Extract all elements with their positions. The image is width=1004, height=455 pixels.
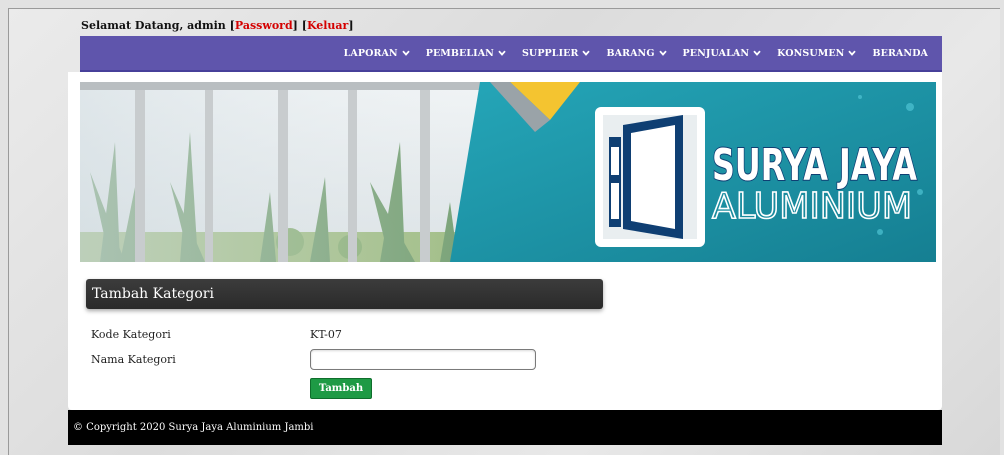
chevron-down-icon: [658, 50, 667, 56]
chevron-down-icon: [582, 50, 591, 56]
chevron-down-icon: [498, 50, 506, 56]
brand-line2: ALUMINIUM: [712, 186, 912, 227]
brand-line1: SURYA JAYA: [712, 140, 917, 191]
footer: © Copyright 2020 Surya Jaya Aluminium Ja…: [68, 410, 942, 445]
header-banner: SURYA JAYA ALUMINIUM: [80, 82, 936, 262]
nav-item-pembelian[interactable]: PEMBELIAN: [426, 48, 506, 59]
nav-item-label: SUPPLIER: [521, 47, 579, 59]
bracket: ]: [292, 19, 298, 32]
nav-item-label: PENJUALAN: [682, 47, 750, 59]
nav-item-beranda[interactable]: BERANDA: [872, 48, 928, 59]
nav-item-penjualan[interactable]: PENJUALAN: [683, 48, 762, 59]
logout-link[interactable]: Keluar: [307, 19, 348, 32]
nav-item-label: BERANDA: [872, 47, 928, 59]
nav-item-label: KONSUMEN: [777, 47, 845, 59]
add-button[interactable]: Tambah: [310, 378, 372, 399]
copyright-text: © Copyright 2020 Surya Jaya Aluminium Ja…: [73, 422, 314, 433]
code-label: Kode Kategori: [91, 328, 171, 341]
nav-item-label: PEMBELIAN: [425, 47, 494, 59]
chevron-down-icon: [753, 50, 761, 56]
name-input[interactable]: [310, 349, 536, 370]
nav-item-supplier[interactable]: SUPPLIER: [522, 48, 591, 59]
nav-item-konsumen[interactable]: KONSUMEN: [777, 47, 857, 59]
nav-item-label: LAPORAN: [343, 47, 398, 59]
banner-image: SURYA JAYA ALUMINIUM: [80, 82, 936, 262]
nav-menu: LAPORAN PEMBELIAN SUPPLIER BARANG PENJUALAN K…: [344, 36, 928, 70]
nav-item-barang[interactable]: BARANG: [606, 47, 667, 59]
greeting-text: Selamat Datang, admin: [81, 19, 226, 32]
welcome-bar: Selamat Datang, admin [Password] [Keluar…: [81, 19, 354, 32]
nav-item-label: BARANG: [606, 47, 655, 59]
form-title: Tambah Kategori: [86, 279, 603, 309]
code-value: KT-07: [310, 328, 342, 341]
chevron-down-icon: [848, 50, 857, 56]
password-link[interactable]: Password: [235, 19, 293, 32]
logo-icon: [595, 107, 705, 247]
chevron-down-icon: [402, 50, 410, 56]
main-navbar: LAPORAN PEMBELIAN SUPPLIER BARANG PENJUALAN K…: [80, 36, 942, 72]
bracket: ]: [348, 19, 354, 32]
name-label: Nama Kategori: [91, 353, 176, 366]
nav-item-laporan[interactable]: LAPORAN: [344, 48, 410, 59]
